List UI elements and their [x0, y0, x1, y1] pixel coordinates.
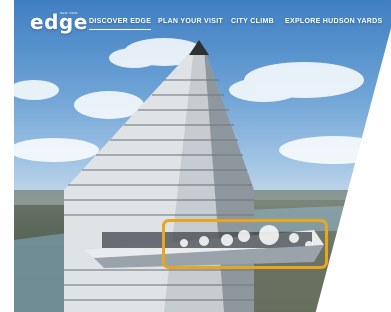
edge-logo[interactable]: edge	[30, 10, 88, 34]
nav-discover-edge[interactable]: DISCOVER EDGE	[89, 18, 152, 30]
nav-city-climb[interactable]: CITY CLIMB	[231, 18, 274, 25]
observation-deck-highlight	[162, 219, 328, 269]
top-navigation: edge NEW YORK DISCOVER EDGE PLAN YOUR VI…	[0, 0, 391, 44]
logo-subtitle: NEW YORK	[60, 11, 78, 15]
nav-plan-your-visit[interactable]: PLAN YOUR VISIT	[158, 18, 223, 25]
nav-explore-hudson-yards[interactable]: EXPLORE HUDSON YARDS	[285, 18, 382, 25]
page: edge NEW YORK DISCOVER EDGE PLAN YOUR VI…	[0, 0, 391, 312]
